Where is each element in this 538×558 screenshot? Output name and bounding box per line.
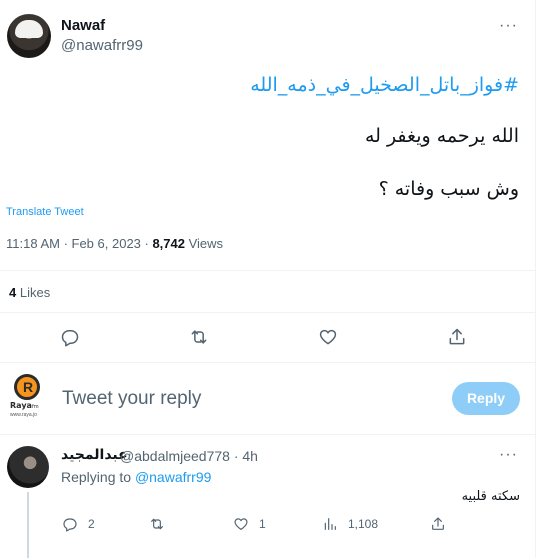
divider [0, 362, 535, 363]
replying-to: Replying to @nawafrr99 [61, 469, 212, 485]
reply-icon [63, 518, 77, 532]
thread-line [27, 492, 29, 558]
reply-author-name[interactable]: عبدالمجيد [61, 447, 128, 463]
share-icon [432, 517, 444, 530]
replying-to-link[interactable]: @nawafrr99 [135, 469, 211, 485]
like-icon [319, 329, 337, 345]
reply-icon [61, 330, 79, 347]
logo-url: www.raya.jo [10, 412, 37, 418]
divider [0, 270, 535, 271]
tweet-timestamp[interactable]: 11:18 AM · Feb 6, 2023 · [6, 236, 152, 251]
reply-input[interactable]: Tweet your reply [62, 388, 201, 410]
tweet-text-line-2: وش سبب وفاته ؟ [378, 178, 519, 200]
likes-summary[interactable]: 4 Likes [9, 285, 50, 300]
logo-r-mark: R [14, 374, 40, 400]
tweet-meta: 11:18 AM · Feb 6, 2023 · 8,742 Views [6, 236, 223, 251]
views-label: Views [185, 236, 224, 251]
reply-button[interactable] [60, 327, 82, 349]
composer-avatar-logo: R Rayafm www.raya.jo [8, 374, 46, 420]
more-options-icon[interactable]: ··· [499, 17, 518, 35]
logo-text: Rayafm [10, 401, 39, 410]
views-count: 8,742 [152, 236, 185, 251]
reply-more-icon[interactable]: ··· [499, 446, 518, 464]
translate-tweet-link[interactable]: Translate Tweet [6, 206, 84, 218]
author-display-name[interactable]: Nawaf [61, 17, 105, 34]
avatar-headwear [15, 20, 43, 38]
author-avatar[interactable] [7, 14, 51, 58]
divider [0, 434, 535, 435]
like-icon [234, 518, 248, 530]
views-icon [324, 518, 336, 530]
retweet-button[interactable] [189, 327, 211, 349]
share-icon [449, 328, 465, 345]
like-button[interactable] [318, 327, 340, 349]
author-handle[interactable]: @nawafrr99 [61, 37, 143, 54]
reply-views-count: 1,108 [348, 517, 379, 531]
reply-text: سكته قلبيه [461, 489, 520, 504]
tweet-text-line-1: الله يرحمه ويغفر له [364, 125, 519, 147]
reply-like-button[interactable]: 1 [233, 516, 266, 532]
reply-retweet-button[interactable] [149, 516, 165, 532]
reply-author-handle-time[interactable]: @abdalmjeed778 · 4h [120, 448, 258, 464]
reply-likes-count: 1 [259, 517, 266, 531]
divider [0, 312, 535, 313]
reply-views-button[interactable]: 1,108 [322, 516, 378, 532]
share-button[interactable] [447, 327, 469, 349]
likes-label: Likes [16, 285, 51, 300]
frame-border [535, 0, 536, 558]
retweet-icon [151, 518, 163, 530]
reply-submit-button[interactable]: Reply [452, 382, 520, 415]
retweet-icon [191, 330, 207, 344]
reply-share-button[interactable] [430, 516, 446, 532]
hashtag-link[interactable]: #فواز_باتل_الصخيل_في_ذمه_الله [250, 74, 519, 96]
reply-reply-button[interactable]: 2 [62, 516, 95, 532]
reply-author-avatar[interactable] [7, 446, 49, 488]
reply-replies-count: 2 [88, 517, 95, 531]
